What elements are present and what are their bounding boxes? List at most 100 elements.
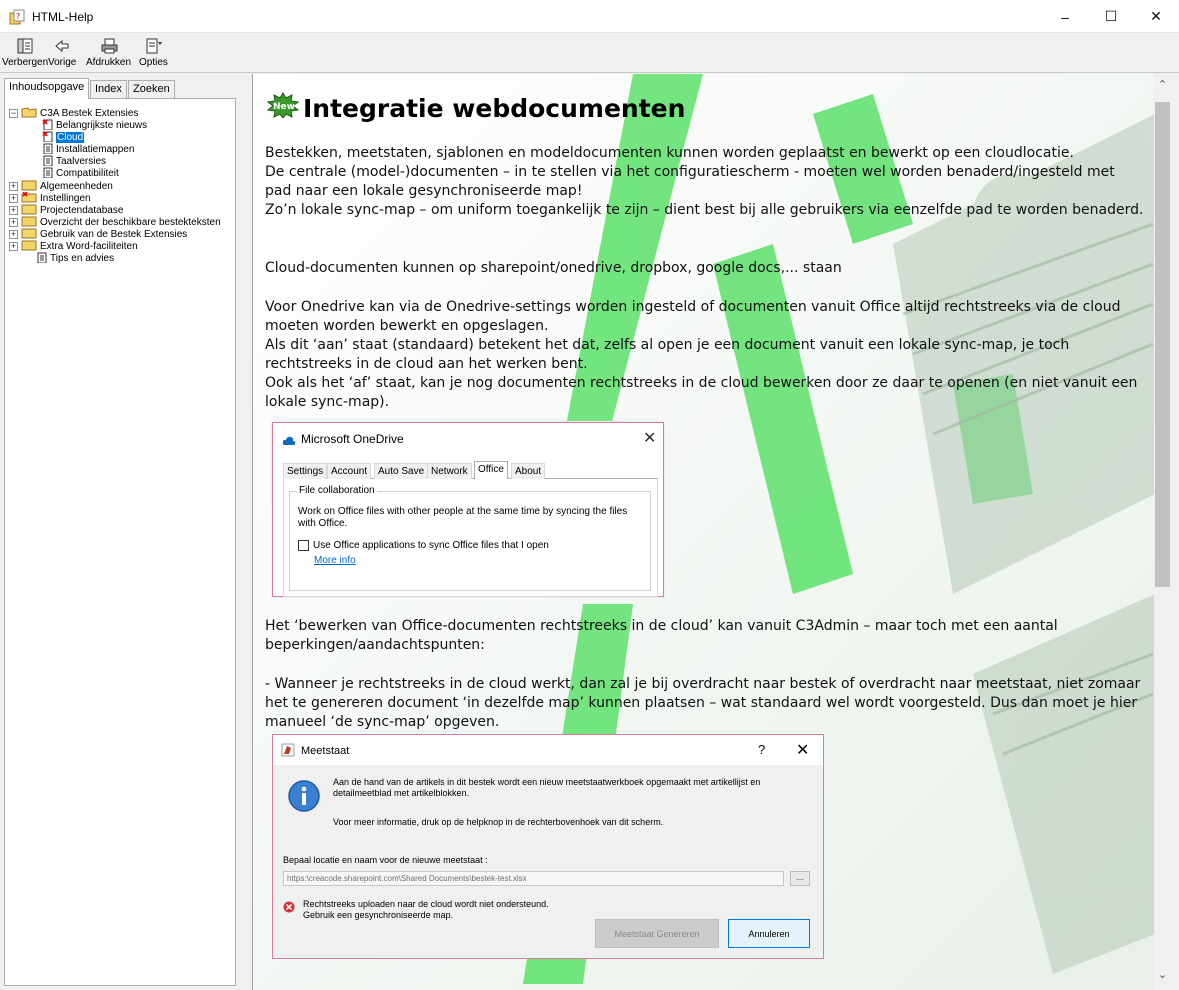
scroll-up-icon[interactable]: ⌃	[1154, 76, 1171, 93]
options-label: Opties	[139, 57, 168, 68]
expand-icon[interactable]: +	[9, 242, 18, 251]
contents-tree: − C3A Bestek Extensies Belangrijkste nie…	[4, 98, 236, 986]
back-label: Vorige	[48, 57, 77, 68]
tree-item-projectendatabase[interactable]: + Projectendatabase	[9, 204, 124, 216]
paragraph: Voor Onedrive kan via de Onedrive-settin…	[265, 299, 1121, 334]
tree-label: C3A Bestek Extensies	[40, 108, 139, 119]
hide-label: Verbergen	[2, 57, 49, 68]
tree-item-cloud[interactable]: Cloud	[42, 130, 85, 143]
error-icon	[283, 900, 295, 918]
page-icon	[36, 252, 47, 266]
meetstaat-titlebar: Meetstaat ? ✕	[273, 735, 823, 765]
back-arrow-icon	[55, 39, 69, 53]
meetstaat-dialog-screenshot: Meetstaat ? ✕ Aan de hand van de artikel…	[272, 734, 824, 959]
paragraph: Ook als het ‘af’ staat, kan je nog docum…	[265, 375, 1138, 410]
scroll-down-icon[interactable]: ⌄	[1154, 966, 1171, 983]
paragraph: Het ‘bewerken van Office-documenten rech…	[265, 618, 1058, 653]
tree-item-nieuws[interactable]: Belangrijkste nieuws	[42, 118, 147, 131]
onedrive-title: Microsoft OneDrive	[301, 432, 404, 446]
content-scrollbar[interactable]: ⌃ ⌄	[1154, 74, 1171, 990]
expand-icon[interactable]: +	[9, 182, 18, 191]
tree-item-algemeenheden[interactable]: + Algemeenheden	[9, 180, 113, 192]
cancel-button: Annuleren	[728, 919, 810, 948]
tree-label: Gebruik van de Bestek Extensies	[40, 229, 188, 240]
onedrive-settings-screenshot: Microsoft OneDrive ✕ Settings Account Au…	[272, 422, 664, 597]
tree-label: Cloud	[56, 132, 85, 143]
checkbox-icon	[298, 540, 309, 551]
help-content: New Integratie webdocumenten Bestekken, …	[252, 74, 1154, 990]
tree-label: Overzicht der beschikbare bestekteksten	[40, 217, 221, 228]
cloud-icon	[282, 433, 296, 451]
paragraph: Zo’n lokale sync-map – om uniform toegan…	[265, 202, 1144, 218]
paragraph: Bestekken, meetstaten, sjablonen en mode…	[265, 145, 1074, 161]
generate-button: Meetstaat Genereren	[595, 919, 719, 948]
meetstaat-app-icon	[281, 743, 295, 762]
window-titlebar: ? HTML-Help – ☐ ✕	[0, 0, 1179, 33]
expand-icon[interactable]: +	[9, 230, 18, 239]
collapse-icon[interactable]: −	[9, 109, 18, 118]
tree-label: Instellingen	[40, 193, 91, 204]
page-title: New Integratie webdocumenten	[266, 92, 686, 124]
tab-office: Office	[474, 461, 508, 480]
toolbar: Verbergen Vorige Afdrukken Opties	[0, 33, 1179, 73]
location-input: https:\creacode.sharepoint.com\Shared Do…	[283, 871, 784, 886]
paragraph: - Wanneer je rechtstreeks in de cloud we…	[265, 676, 1141, 730]
open-book-icon	[21, 106, 37, 121]
new-badge-icon: New	[266, 92, 300, 124]
scroll-thumb[interactable]	[1155, 102, 1170, 587]
tree-item-instellingen[interactable]: + Instellingen	[9, 190, 91, 204]
tab-search[interactable]: Zoeken	[128, 80, 175, 98]
error-message: Rechtstreeks uploaden naar de cloud word…	[303, 899, 549, 920]
tree-item-compatibiliteit[interactable]: Compatibiliteit	[42, 167, 119, 179]
minimize-button[interactable]: –	[1042, 0, 1088, 33]
tree-item-c3a[interactable]: − C3A Bestek Extensies	[9, 106, 139, 121]
maximize-button[interactable]: ☐	[1088, 0, 1134, 33]
more-info-link: More info	[314, 555, 356, 566]
onedrive-tabs: Settings Account Auto Save Network Offic…	[283, 461, 658, 480]
expand-icon[interactable]: +	[9, 206, 18, 215]
print-button[interactable]: Afdrukken	[86, 36, 131, 72]
close-button[interactable]: ✕	[1133, 0, 1179, 33]
sync-office-checkbox: Use Office applications to sync Office f…	[298, 540, 549, 551]
tree-item-gebruik[interactable]: + Gebruik van de Bestek Extensies	[9, 228, 188, 240]
group-label: File collaboration	[297, 485, 377, 496]
paragraph: Als dit ‘aan’ staat (standaard) betekent…	[265, 337, 1070, 372]
book-icon	[21, 240, 37, 254]
tab-contents[interactable]: Inhoudsopgave	[4, 78, 90, 99]
svg-text:?: ?	[16, 12, 20, 21]
browse-button: ...	[790, 871, 810, 886]
tab-auto-save: Auto Save	[374, 463, 429, 479]
meetstaat-title: Meetstaat	[301, 745, 350, 757]
options-icon	[146, 38, 163, 54]
close-icon: ✕	[643, 430, 657, 447]
print-label: Afdrukken	[86, 57, 132, 68]
tab-network: Network	[427, 463, 472, 479]
tree-label: Installatiemappen	[56, 144, 135, 155]
tree-label: Compatibiliteit	[56, 168, 119, 179]
options-button[interactable]: Opties	[139, 36, 168, 72]
expand-icon[interactable]: +	[9, 218, 18, 227]
printer-icon	[101, 38, 118, 54]
navigation-pane: Inhoudsopgave Index Zoeken − C3A Bestek …	[0, 74, 251, 990]
paragraph: De centrale (model-)documenten – in te s…	[265, 164, 1115, 199]
tab-about: About	[511, 463, 546, 479]
tree-item-overzicht[interactable]: + Overzicht der beschikbare bestektekste…	[9, 216, 221, 228]
page-title-text: Integratie webdocumenten	[303, 93, 686, 123]
expand-icon[interactable]: +	[9, 194, 18, 203]
meetstaat-description: Aan de hand van de artikels in dit beste…	[333, 777, 761, 798]
tab-index[interactable]: Index	[90, 80, 127, 98]
help-icon: ?	[758, 742, 766, 757]
tree-item-installatiemappen[interactable]: Installatiemappen	[42, 143, 135, 155]
tree-label: Projectendatabase	[40, 205, 124, 216]
back-button[interactable]: Vorige	[48, 36, 76, 72]
tree-item-taalversies[interactable]: Taalversies	[42, 155, 106, 167]
hide-button[interactable]: Verbergen	[2, 36, 48, 72]
onedrive-panel: File collaboration Work on Office files …	[283, 479, 658, 597]
file-collaboration-group: File collaboration Work on Office files …	[289, 485, 651, 591]
tree-item-tips[interactable]: Tips en advies	[36, 252, 115, 266]
tree-label: Tips en advies	[50, 253, 115, 264]
info-icon	[287, 779, 321, 818]
tree-label: Algemeenheden	[40, 181, 113, 192]
svg-text:New: New	[273, 102, 295, 112]
tree-item-extra-word[interactable]: + Extra Word-faciliteiten	[9, 240, 138, 254]
